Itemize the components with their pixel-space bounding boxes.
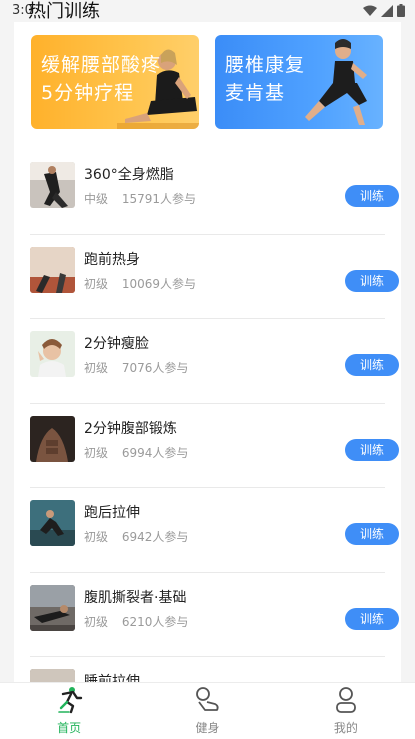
train-button[interactable]: 训练 [345, 523, 399, 545]
training-meta: 初级 6942人参与 [84, 528, 188, 545]
nav-label: 首页 [57, 721, 82, 735]
training-title: 腹肌撕裂者·基础 [84, 589, 187, 606]
list-item[interactable]: 跑前热身 初级 10069人参与 训练 [30, 235, 399, 319]
page-title: 热门训练 [28, 1, 100, 22]
training-title: 2分钟瘦脸 [84, 336, 149, 352]
banner-title: 腰椎康复 [225, 54, 306, 76]
training-thumbnail [30, 246, 75, 293]
nav-label: 健身 [195, 721, 220, 735]
home-run-icon [58, 687, 83, 714]
training-meta: 初级 6210人参与 [84, 613, 188, 630]
train-button[interactable]: 训练 [345, 438, 399, 461]
training-meta: 中级 15791人参与 [84, 190, 196, 207]
training-meta: 初级 10069人参与 [84, 275, 196, 292]
banner-subtitle: 麦肯基 [225, 82, 286, 104]
training-title: 睡前拉伸 [84, 674, 140, 682]
list-item[interactable]: 2分钟腹部锻炼 初级 6994人参与 训练 [30, 404, 399, 488]
training-participants: 10069人参与 [121, 276, 197, 291]
training-level: 初级 [84, 614, 109, 629]
banner-subtitle: 5分钟疗程 [41, 82, 135, 104]
banner-text: 腰椎康复 麦肯基 [225, 51, 345, 107]
training-title: 跑前热身 [84, 251, 140, 268]
training-level: 初级 [84, 530, 109, 544]
training-list: 360°全身燃脂 中级 15791人参与 训练 跑前热身 初级 10069人参与… [14, 150, 401, 682]
train-button[interactable]: 训练 [345, 269, 399, 292]
nav-fitness[interactable]: 健身 [138, 683, 276, 739]
training-meta: 初级 6994人参与 [84, 444, 188, 461]
nav-profile[interactable]: 我的 [277, 683, 415, 739]
bottom-nav: 首页 健身 我的 [0, 682, 415, 739]
nav-home[interactable]: 首页 [0, 683, 138, 739]
training-participants: 6994人参与 [121, 445, 189, 460]
profile-icon [335, 687, 356, 713]
banner-text: 缓解腰部酸疼 5分钟疗程 [41, 51, 161, 107]
training-thumbnail [30, 584, 75, 631]
wifi-icon [363, 5, 377, 16]
list-item[interactable]: 360°全身燃脂 中级 15791人参与 训练 [30, 150, 399, 235]
training-thumbnail [30, 162, 75, 208]
training-level: 初级 [84, 361, 109, 375]
training-thumbnail [30, 331, 75, 377]
list-item[interactable]: 腹肌撕裂者·基础 初级 6210人参与 训练 [30, 573, 399, 657]
training-participants: 6942人参与 [121, 530, 189, 544]
status-icons [363, 4, 405, 17]
signal-icon [381, 4, 393, 17]
training-participants: 6210人参与 [121, 614, 189, 629]
list-item[interactable]: 睡前拉伸 [30, 657, 385, 682]
training-participants: 7076人参与 [121, 361, 189, 375]
training-meta: 初级 7076人参与 [84, 359, 188, 376]
training-title: 360°全身燃脂 [84, 167, 174, 183]
train-button[interactable]: 训练 [345, 185, 399, 207]
training-participants: 15791人参与 [121, 192, 197, 206]
training-title: 跑后拉伸 [84, 505, 140, 521]
training-thumbnail [30, 500, 75, 546]
list-item[interactable]: 跑后拉伸 初级 6942人参与 训练 [30, 488, 399, 573]
battery-icon [397, 4, 405, 17]
training-thumbnail [30, 669, 75, 682]
training-level: 初级 [84, 276, 109, 291]
training-title: 2分钟腹部锻炼 [84, 420, 177, 437]
training-thumbnail [30, 415, 75, 462]
banner-back-pain[interactable]: 缓解腰部酸疼 5分钟疗程 [31, 35, 199, 129]
banner-title: 缓解腰部酸疼 [41, 54, 162, 76]
train-button[interactable]: 训练 [345, 354, 399, 376]
nav-label: 我的 [333, 721, 358, 735]
main-content: 缓解腰部酸疼 5分钟疗程 腰椎康复 麦肯基 360°全身燃脂 中级 15791人… [14, 22, 401, 682]
app-screen: 3:0 热门训练 缓解腰部酸疼 5分钟疗程 腰椎康复 麦肯基 360°全身燃脂 … [0, 0, 415, 739]
banner-mckenzie[interactable]: 腰椎康复 麦肯基 [215, 35, 383, 129]
train-button[interactable]: 训练 [345, 607, 399, 630]
list-item[interactable]: 2分钟瘦脸 初级 7076人参与 训练 [30, 319, 399, 404]
fitness-icon [196, 687, 220, 711]
banner-row: 缓解腰部酸疼 5分钟疗程 腰椎康复 麦肯基 [31, 35, 383, 129]
training-level: 中级 [84, 192, 109, 206]
training-level: 初级 [84, 445, 109, 460]
